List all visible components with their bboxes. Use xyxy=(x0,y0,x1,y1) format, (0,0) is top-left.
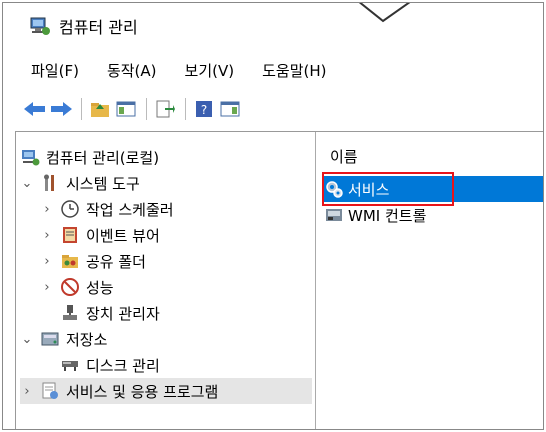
export-list-button[interactable] xyxy=(153,98,177,120)
tree-item-label: 디스크 관리 xyxy=(86,356,160,375)
tree-item-label: 장치 관리자 xyxy=(86,304,160,323)
tree-item-label: 시스템 도구 xyxy=(66,174,140,193)
window-title: 컴퓨터 관리 xyxy=(59,18,138,37)
help-button[interactable]: ? xyxy=(192,98,216,120)
toolbar-separator xyxy=(185,98,186,120)
help-icon: ? xyxy=(196,101,212,117)
action-pane-button[interactable] xyxy=(218,98,242,120)
tree-item-label: 성능 xyxy=(86,278,114,297)
tree-item-disk-management[interactable]: 디스크 관리 xyxy=(60,352,160,378)
computer-management-icon xyxy=(30,17,50,35)
chevron-right-icon[interactable]: › xyxy=(20,384,34,399)
computer-management-icon xyxy=(22,150,40,166)
back-button[interactable] xyxy=(23,98,47,120)
chevron-down-icon[interactable]: ⌄ xyxy=(20,332,34,347)
task-scheduler-icon xyxy=(61,200,79,218)
show-hide-tree-icon xyxy=(116,101,136,117)
action-pane-icon xyxy=(220,101,240,117)
toolbar-separator xyxy=(81,98,82,120)
title-bar: 컴퓨터 관리 xyxy=(3,3,543,49)
export-list-icon xyxy=(156,100,175,118)
navigation-tree: 컴퓨터 관리(로컬) ⌄ 시스템 도구 › 작업 스케줄러 › 이벤트 뷰어 › xyxy=(16,132,316,429)
main-panes: 컴퓨터 관리(로컬) ⌄ 시스템 도구 › 작업 스케줄러 › 이벤트 뷰어 › xyxy=(15,131,543,429)
tree-item-label: 이벤트 뷰어 xyxy=(86,226,160,245)
system-tools-icon xyxy=(44,174,54,191)
up-folder-icon xyxy=(91,103,109,117)
menu-bar: 파일(F) 동작(A) 보기(V) 도움말(H) xyxy=(3,51,543,89)
toolbar-separator xyxy=(146,98,147,120)
up-folder-button[interactable] xyxy=(88,98,112,120)
services-apps-icon xyxy=(42,382,58,399)
storage-icon xyxy=(41,332,59,346)
tree-item-label: 컴퓨터 관리(로컬) xyxy=(46,148,160,167)
chevron-right-icon[interactable]: › xyxy=(40,228,54,243)
tree-item-system-tools[interactable]: ⌄ 시스템 도구 xyxy=(20,170,140,196)
wmi-control-icon xyxy=(326,209,342,221)
toolbar: ? xyxy=(3,93,543,125)
tree-item-label: 작업 스케줄러 xyxy=(86,200,174,219)
chevron-right-icon[interactable]: › xyxy=(40,202,54,217)
tree-item-device-manager[interactable]: 장치 관리자 xyxy=(60,300,160,326)
show-hide-tree-button[interactable] xyxy=(114,98,138,120)
tree-item-storage[interactable]: ⌄ 저장소 xyxy=(20,326,108,352)
menu-file[interactable]: 파일(F) xyxy=(31,58,79,83)
tree-item-performance[interactable]: › 성능 xyxy=(40,274,114,300)
tree-item-label: 저장소 xyxy=(66,330,108,349)
tree-item-shared-folders[interactable]: › 공유 폴더 xyxy=(40,248,146,274)
shared-folders-icon xyxy=(62,255,78,268)
disk-management-icon xyxy=(62,361,78,371)
chevron-right-icon[interactable]: › xyxy=(40,254,54,269)
svg-text:?: ? xyxy=(201,103,207,117)
tree-item-services-and-applications[interactable]: › 서비스 및 응용 프로그램 xyxy=(20,378,312,404)
column-header-name[interactable]: 이름 xyxy=(330,146,358,167)
chevron-down-icon[interactable]: ⌄ xyxy=(20,176,34,191)
annotation-highlight-box xyxy=(322,172,454,206)
menu-help[interactable]: 도움말(H) xyxy=(262,58,326,83)
event-viewer-icon xyxy=(63,227,77,243)
device-manager-icon xyxy=(63,305,77,320)
menu-action[interactable]: 동작(A) xyxy=(107,58,157,83)
menu-view[interactable]: 보기(V) xyxy=(185,58,235,83)
performance-icon xyxy=(61,278,79,296)
window: 컴퓨터 관리 파일(F) 동작(A) 보기(V) 도움말(H) ? 컴퓨터 관리… xyxy=(2,2,544,430)
tree-item-event-viewer[interactable]: › 이벤트 뷰어 xyxy=(40,222,160,248)
forward-button[interactable] xyxy=(49,98,73,120)
details-list: 이름 서비스 WMI 컨트롤 xyxy=(316,132,543,429)
forward-arrow-icon xyxy=(51,102,72,116)
back-arrow-icon xyxy=(24,102,45,116)
tree-item-label: 공유 폴더 xyxy=(86,252,146,271)
tree-item-task-scheduler[interactable]: › 작업 스케줄러 xyxy=(40,196,174,222)
chevron-right-icon[interactable]: › xyxy=(40,280,54,295)
tree-item-computer-management[interactable]: 컴퓨터 관리(로컬) xyxy=(20,144,159,170)
tree-item-label: 서비스 및 응용 프로그램 xyxy=(66,382,219,401)
list-item-label: WMI 컨트롤 xyxy=(348,206,427,225)
